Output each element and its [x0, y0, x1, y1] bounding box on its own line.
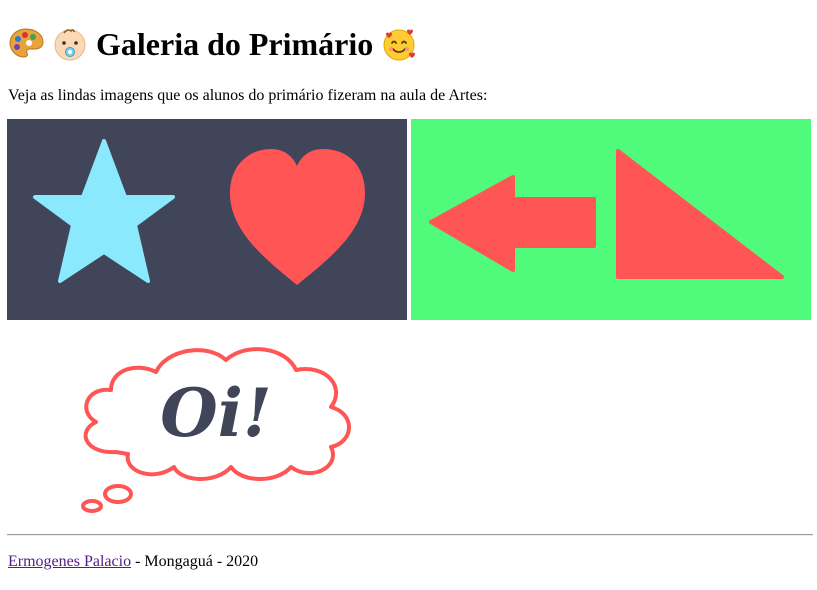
page-title-text: Galeria do Primário — [96, 26, 374, 62]
author-link[interactable]: Ermogenes Palacio — [8, 553, 131, 570]
palette-icon — [8, 26, 44, 62]
thought-bubble-image: Oi! — [56, 332, 361, 517]
thought-dot-small — [81, 499, 103, 513]
gallery — [7, 119, 812, 320]
gallery-image-star-heart — [7, 119, 407, 320]
baby-icon — [52, 26, 88, 62]
thought-dot-large — [103, 484, 133, 504]
gallery-image-arrow-triangle — [411, 119, 811, 320]
footer-divider — [7, 534, 813, 536]
intro-text: Veja as lindas imagens que os alunos do … — [8, 87, 488, 104]
footer: Ermogenes Palacio - Mongaguá - 2020 — [8, 552, 258, 572]
page-title: Galeria do Primário — [8, 24, 417, 64]
footer-text: - Mongaguá - 2020 — [131, 553, 259, 570]
smiling-face-with-hearts-icon — [381, 26, 417, 62]
thought-text: Oi! — [160, 374, 272, 452]
